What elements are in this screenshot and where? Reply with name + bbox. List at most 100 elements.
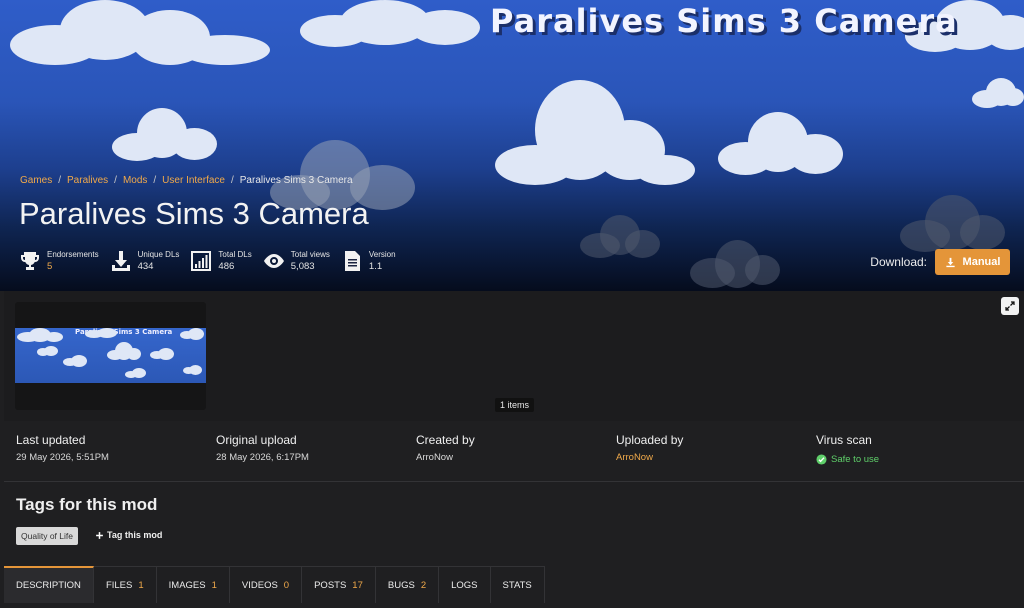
tab-bugs[interactable]: BUGS 2 [375,566,440,603]
tag-this-mod-button[interactable]: Tag this mod [95,530,162,540]
tags-heading: Tags for this mod [16,495,158,514]
cloud-decoration [183,365,203,375]
cloud-decoration [107,342,143,362]
thumbnail-image: Paralives Sims 3 Camera [15,328,206,383]
stat-value[interactable]: 5 [47,260,99,273]
tab-files[interactable]: FILES 1 [93,566,157,603]
tab-count: 1 [138,579,144,591]
cloud-decoration [17,328,65,344]
check-circle-icon [816,454,827,465]
tag-this-mod-label: Tag this mod [107,530,163,540]
tab-videos[interactable]: VIDEOS 0 [229,566,303,603]
manual-download-label: Manual [962,256,1001,268]
breadcrumb-separator: / [114,175,117,186]
eye-icon [263,254,284,268]
cloud-decoration [125,368,149,378]
cloud-decoration [37,346,59,356]
breadcrumb-current: Paralives Sims 3 Camera [239,175,353,186]
download-label: Download: [870,255,927,269]
breadcrumb-separator: / [58,175,62,186]
gallery-thumbnail[interactable]: Paralives Sims 3 Camera [15,302,206,410]
tab-label: IMAGES [168,579,206,591]
cloud-decoration [180,328,206,340]
stat-value: 434 [137,261,154,272]
tab-stats[interactable]: STATS [490,566,545,603]
fullscreen-button[interactable] [1001,297,1019,315]
virus-scan-status[interactable]: Safe to use [816,454,1016,465]
gallery-items-count: 1 items [495,398,535,412]
breadcrumb-separator: / [153,175,157,186]
thumbnail-title: Paralives Sims 3 Camera [75,328,173,336]
meta-label: Created by [416,433,475,447]
tab-logs[interactable]: LOGS [439,566,491,603]
tab-description[interactable]: DESCRIPTION [4,566,94,603]
cloud-decoration [300,0,480,50]
cloud-decoration [150,348,176,360]
meta-original-upload: Original upload 28 May 2026, 6:17PM [216,433,416,465]
stat-version: Version 1.1 [340,249,396,273]
cloud-decoration [112,108,217,163]
cloud-decoration [972,78,1024,110]
mod-tabs: DESCRIPTION FILES 1 IMAGES 1 VIDEOS 0 PO… [4,566,545,608]
breadcrumb-user-interface[interactable]: User Interface [162,175,225,186]
meta-virus-scan: Virus scan Safe to use [816,433,1016,465]
breadcrumb-games[interactable]: Games [20,175,52,186]
page-title: Paralives Sims 3 Camera [19,196,369,231]
tag-quality-of-life[interactable]: Quality of Life [16,527,78,545]
tab-label: VIDEOS [241,579,278,591]
tab-count: 1 [211,579,217,591]
breadcrumb-mods[interactable]: Mods [123,175,147,186]
meta-label: Uploaded by [616,433,684,447]
download-icon [111,251,130,271]
trophy-icon [21,252,39,270]
meta-value: 28 May 2026, 6:17PM [216,452,309,463]
breadcrumb-paralives[interactable]: Paralives [67,175,108,186]
stat-total-downloads: Total DLs 486 [189,249,252,273]
tab-label: POSTS [314,579,347,591]
bar-chart-icon [191,251,212,271]
meta-created-by: Created by ArroNow [416,433,616,465]
cloud-decoration [580,215,660,260]
tab-count: 17 [352,579,363,591]
tab-label: FILES [105,579,133,591]
virus-scan-text: Safe to use [831,454,880,465]
stat-total-views: Total views 5,083 [262,249,330,273]
tab-label: DESCRIPTION [16,580,81,591]
cloud-decoration [718,112,843,177]
stat-label: Endorsements [47,250,99,259]
cloud-decoration [690,240,780,290]
header-banner: Paralives Sims 3 Camera Games / Paralive… [0,0,1024,291]
cloud-decoration [10,0,270,70]
cloud-decoration [63,355,91,367]
meta-label: Original upload [216,433,297,447]
meta-label: Last updated [16,433,86,447]
tab-label: LOGS [451,579,478,591]
tab-posts[interactable]: POSTS 17 [302,566,376,603]
download-area: Download: Manual [870,249,1010,275]
expand-icon [1005,301,1015,311]
stat-unique-downloads: Unique DLs 434 [109,249,179,273]
banner-artwork-title: Paralives Sims 3 Camera [490,2,958,40]
breadcrumb-separator: / [230,175,234,186]
cloud-decoration [495,75,695,190]
tab-images[interactable]: IMAGES 1 [156,566,230,603]
tab-count: 2 [420,579,427,591]
stat-label: Version [368,250,396,259]
breadcrumb: Games / Paralives / Mods / User Interfac… [20,175,353,186]
meta-value: 29 May 2026, 5:51PM [16,452,109,463]
tab-label: STATS [502,579,532,591]
meta-uploaded-by: Uploaded by ArroNow [616,433,816,465]
plus-icon [96,531,103,539]
meta-last-updated: Last updated 29 May 2026, 5:51PM [16,433,216,465]
document-icon [344,251,360,271]
meta-value: ArroNow [416,452,453,463]
meta-label: Virus scan [816,433,872,447]
stat-value: 486 [218,261,235,272]
download-icon [945,257,955,267]
manual-download-button[interactable]: Manual [935,249,1010,275]
uploader-link[interactable]: ArroNow [616,452,816,463]
stat-value: 1.1 [368,261,383,272]
stat-label: Total views [290,250,330,259]
tab-count: 0 [283,579,290,591]
section-divider [4,481,1024,482]
